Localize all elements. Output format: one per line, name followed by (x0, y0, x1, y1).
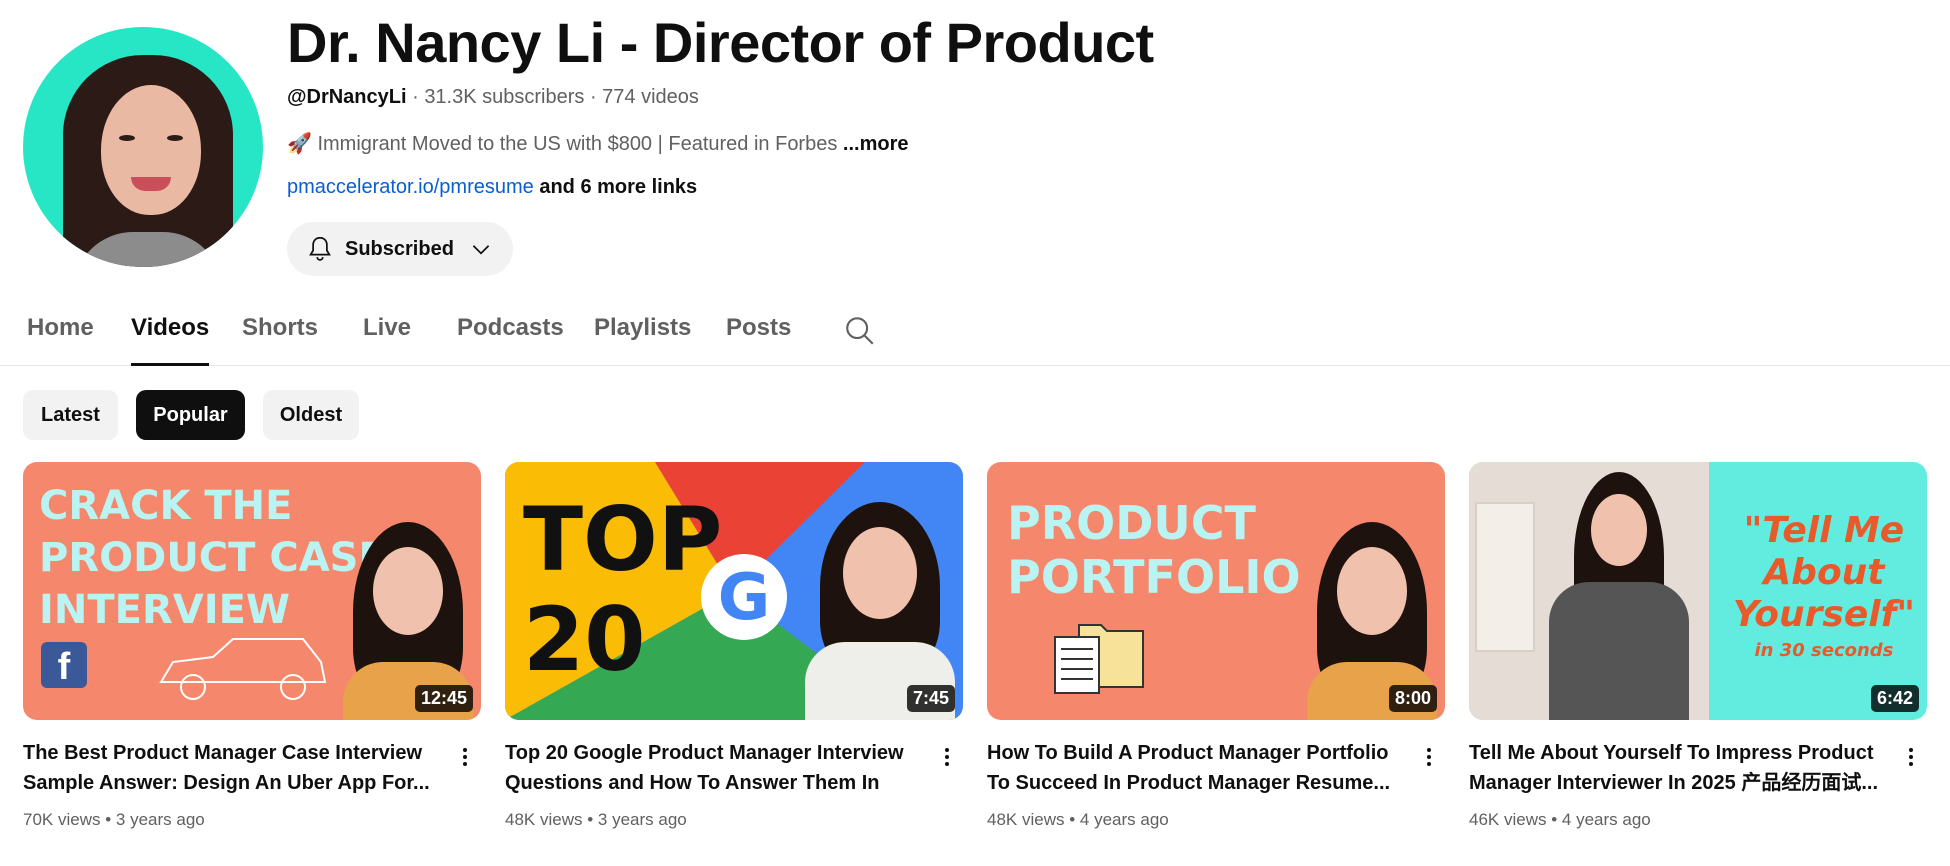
channel-avatar[interactable] (23, 27, 263, 267)
thumbnail-text: "Tell Me About Yourself" in 30 seconds (1733, 510, 1915, 666)
channel-description[interactable]: 🚀 Immigrant Moved to the US with $800 | … (287, 131, 908, 156)
upload-age: 3 years ago (597, 810, 687, 829)
video-thumbnail[interactable]: "Tell Me About Yourself" in 30 seconds 6… (1469, 462, 1927, 720)
channel-title: Dr. Nancy Li - Director of Product (287, 11, 1154, 74)
video-meta: 48K views • 3 years ago (505, 810, 687, 830)
tab-shorts[interactable]: Shorts (242, 314, 318, 366)
thumbnail-line: PORTFOLIO (1007, 550, 1301, 604)
chevron-down-icon (472, 245, 490, 255)
thumbnail-text: CRACK THE PRODUCT CASE INTERVIEW (39, 480, 386, 636)
tab-videos[interactable]: Videos (131, 314, 210, 366)
channel-handle: @DrNancyLi (287, 86, 407, 108)
meta-separator: • (1551, 810, 1562, 829)
presenter-face (1591, 494, 1647, 566)
video-thumbnail[interactable]: TOP 20 G 7:45 (505, 462, 963, 720)
chip-latest[interactable]: Latest (23, 390, 118, 440)
video-card[interactable]: TOP 20 G 7:45 Top 20 Google Product Mana… (505, 462, 963, 829)
video-count: 774 videos (602, 86, 699, 108)
upload-age: 4 years ago (1079, 810, 1169, 829)
channel-tabs: Home Videos Shorts Live Podcasts Playlis… (0, 300, 1950, 366)
bell-icon (309, 236, 331, 261)
thumbnail-text: TOP 20 (523, 490, 722, 690)
tab-podcasts[interactable]: Podcasts (457, 314, 564, 366)
thumbnail-line: PRODUCT (1007, 496, 1256, 550)
meta-separator: · (589, 86, 603, 108)
video-card[interactable]: PRODUCT PORTFOLIO 8:00 How To Build A Pr… (987, 462, 1445, 829)
upload-age: 3 years ago (115, 810, 205, 829)
google-logo: G (701, 554, 787, 640)
view-count: 46K views (1469, 810, 1547, 829)
meta-separator: • (105, 810, 116, 829)
meta-separator: • (587, 810, 598, 829)
folder-document-icon (1054, 624, 1144, 694)
avatar-eye (119, 135, 135, 141)
video-duration: 6:42 (1870, 685, 1919, 712)
presenter-face (373, 547, 443, 635)
car-icon (159, 638, 327, 700)
more-actions-icon[interactable] (1899, 742, 1923, 772)
video-meta: 70K views • 3 years ago (23, 810, 205, 830)
search-icon[interactable] (843, 314, 877, 348)
more-actions-icon[interactable] (935, 742, 959, 772)
video-title[interactable]: Tell Me About Yourself To Impress Produc… (1469, 738, 1879, 798)
thumbnail-line: TOP (523, 488, 723, 591)
facebook-icon: f (41, 642, 87, 688)
more-actions-icon[interactable] (1417, 742, 1441, 772)
thumbnail-line: About (1763, 552, 1885, 593)
avatar-face (101, 85, 201, 215)
thumbnail-line: PRODUCT CASE (39, 535, 386, 581)
thumbnail-text: PRODUCT PORTFOLIO (1007, 496, 1301, 604)
view-count: 70K views (23, 810, 101, 829)
video-card[interactable]: CRACK THE PRODUCT CASE INTERVIEW f 12:45… (23, 462, 481, 829)
more-button[interactable]: ...more (843, 133, 909, 155)
meta-separator: • (1069, 810, 1080, 829)
more-links-button[interactable]: and 6 more links (539, 176, 697, 198)
video-title[interactable]: Top 20 Google Product Manager Interview … (505, 738, 915, 798)
video-duration: 8:00 (1388, 685, 1437, 712)
presenter-face (843, 527, 917, 619)
shelf (1475, 502, 1535, 652)
video-duration: 7:45 (906, 685, 955, 712)
chip-oldest[interactable]: Oldest (263, 390, 359, 440)
presenter-body (1549, 582, 1689, 720)
tab-home[interactable]: Home (27, 314, 94, 366)
view-count: 48K views (987, 810, 1065, 829)
video-thumbnail[interactable]: PRODUCT PORTFOLIO 8:00 (987, 462, 1445, 720)
thumbnail-line: CRACK THE (39, 483, 293, 529)
channel-links: pmaccelerator.io/pmresume and 6 more lin… (287, 176, 697, 199)
avatar-eye (167, 135, 183, 141)
video-card[interactable]: "Tell Me About Yourself" in 30 seconds 6… (1469, 462, 1927, 829)
presenter-image (1549, 472, 1689, 720)
presenter-face (1337, 547, 1407, 635)
tab-posts[interactable]: Posts (726, 314, 791, 366)
thumbnail-line: Yourself" (1732, 594, 1915, 635)
subscriber-count: 31.3K subscribers (424, 86, 585, 108)
video-meta: 48K views • 4 years ago (987, 810, 1169, 830)
video-title[interactable]: The Best Product Manager Case Interview … (23, 738, 433, 798)
thumbnail-line: "Tell Me (1743, 510, 1905, 551)
upload-age: 4 years ago (1561, 810, 1651, 829)
meta-separator: · (412, 86, 425, 108)
description-text: 🚀 Immigrant Moved to the US with $800 | … (287, 133, 838, 155)
video-duration: 12:45 (414, 685, 473, 712)
subscribed-label: Subscribed (345, 237, 454, 260)
video-title[interactable]: How To Build A Product Manager Portfolio… (987, 738, 1397, 798)
thumbnail-line: 20 (523, 588, 646, 691)
subscribed-button[interactable]: Subscribed (287, 222, 513, 276)
channel-link[interactable]: pmaccelerator.io/pmresume (287, 176, 534, 198)
tab-live[interactable]: Live (363, 314, 411, 366)
video-thumbnail[interactable]: CRACK THE PRODUCT CASE INTERVIEW f 12:45 (23, 462, 481, 720)
more-actions-icon[interactable] (453, 742, 477, 772)
thumbnail-subtext: in 30 seconds (1754, 640, 1894, 661)
chip-popular[interactable]: Popular (136, 390, 245, 440)
channel-meta: @DrNancyLi · 31.3K subscribers · 774 vid… (287, 86, 699, 109)
video-meta: 46K views • 4 years ago (1469, 810, 1651, 830)
view-count: 48K views (505, 810, 583, 829)
tab-playlists[interactable]: Playlists (594, 314, 691, 366)
